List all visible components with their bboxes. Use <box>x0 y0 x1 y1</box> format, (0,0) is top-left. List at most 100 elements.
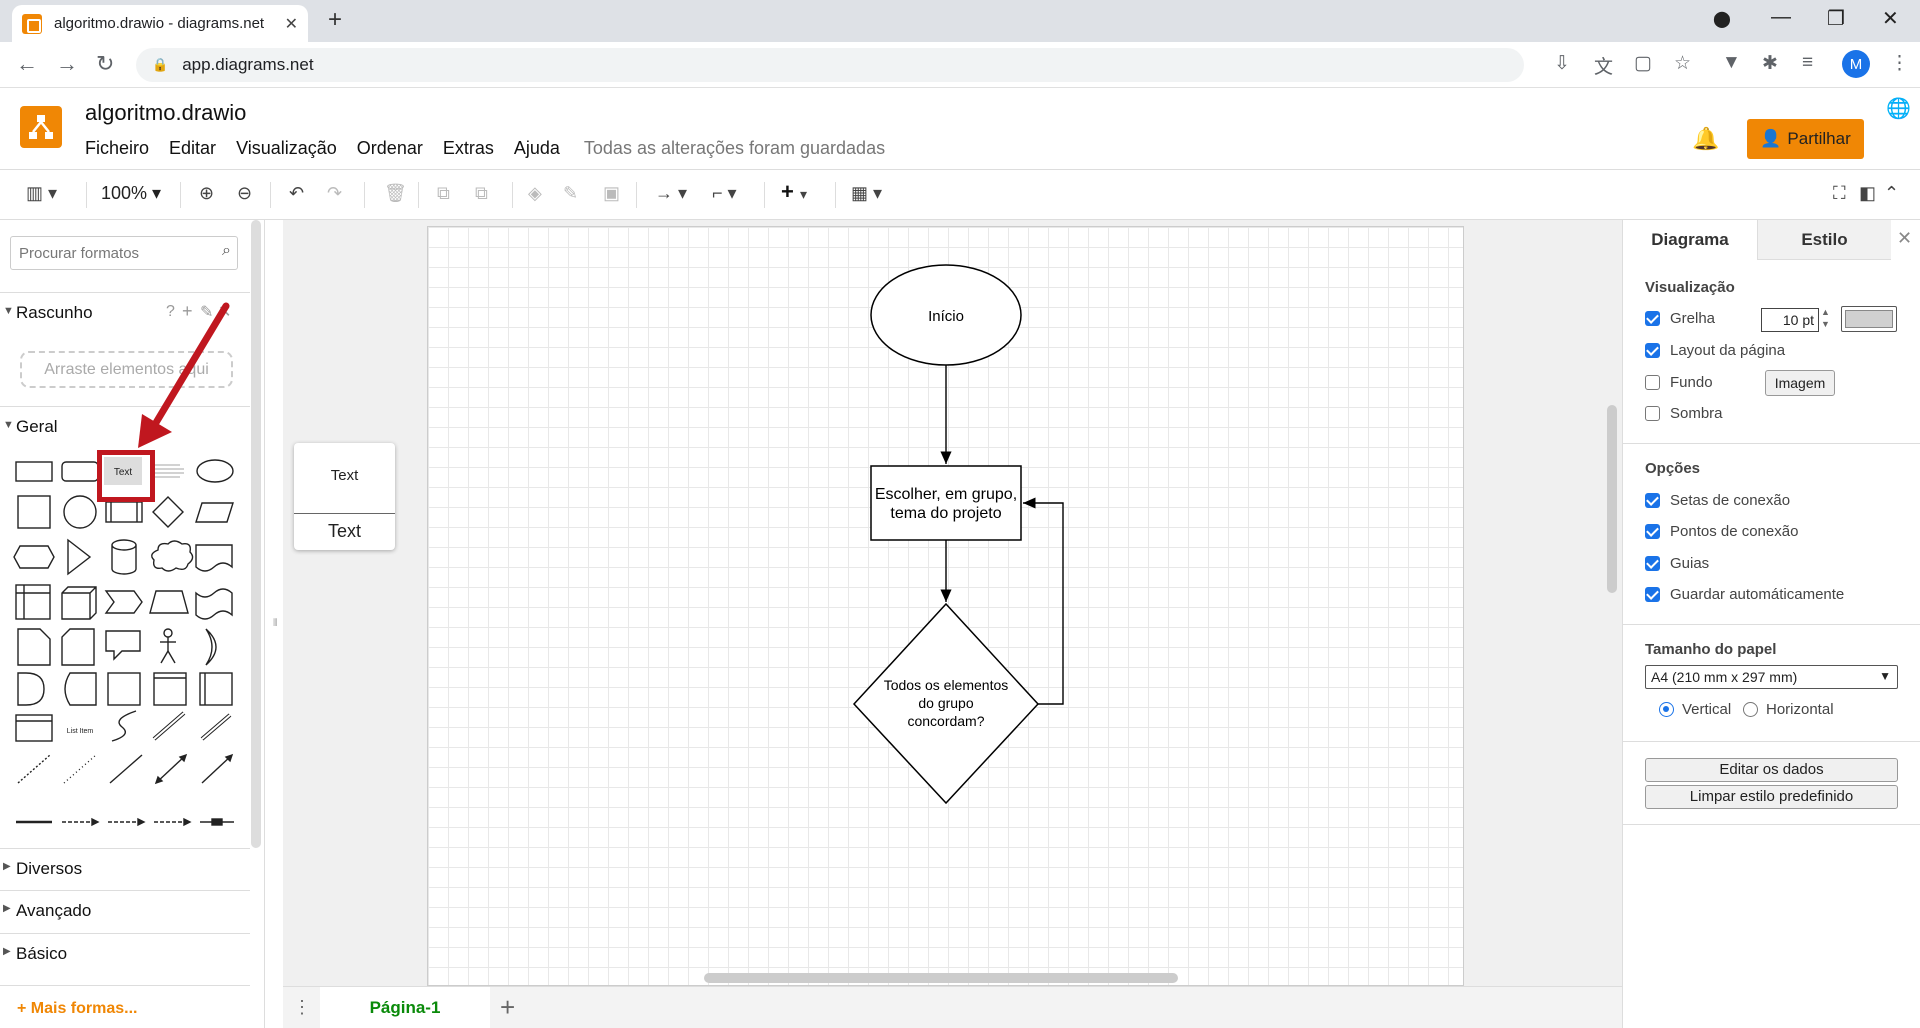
sidebar-resize-handle[interactable]: ⦀ <box>273 618 277 629</box>
section-diversos[interactable]: ▶ Diversos <box>0 848 250 888</box>
grid-size-stepper[interactable]: ▲ ▼ <box>1821 306 1830 330</box>
clear-default-style-button[interactable]: Limpar estilo predefinido <box>1645 785 1898 809</box>
container-shape[interactable] <box>15 584 51 620</box>
list-shape[interactable] <box>15 714 53 742</box>
profile-avatar[interactable]: M <box>1842 50 1870 78</box>
share-button[interactable]: 👤 Partilhar <box>1747 119 1864 159</box>
fullscreen-icon[interactable]: ⛶ <box>1833 183 1846 204</box>
autosave-checkbox[interactable] <box>1645 587 1660 602</box>
grid-color-button[interactable] <box>1841 306 1897 332</box>
edit-data-button[interactable]: Editar os dados <box>1645 758 1898 782</box>
connection-points-checkbox[interactable] <box>1645 524 1660 539</box>
step-shape[interactable] <box>104 590 143 614</box>
paper-size-select[interactable]: A4 (210 mm x 297 mm) ▼ <box>1645 665 1898 689</box>
extension-shield-icon[interactable]: ▼ <box>1722 52 1741 74</box>
pages-menu-icon[interactable]: ⋮ <box>293 997 311 1018</box>
landscape-option[interactable]: Horizontal <box>1743 701 1834 718</box>
connection-points-option[interactable]: Pontos de conexão <box>1645 523 1798 540</box>
bidirectional-arrow-shape[interactable] <box>152 711 186 741</box>
close-tab-icon[interactable]: ✕ <box>285 14 298 34</box>
labeled-arrow-shape[interactable] <box>154 817 192 827</box>
fill-color-icon[interactable]: ◈ <box>528 183 542 204</box>
grid-option[interactable]: Grelha <box>1645 310 1715 327</box>
window-close-icon[interactable]: ✕ <box>1882 6 1899 31</box>
background-checkbox[interactable] <box>1645 375 1660 390</box>
language-globe-icon[interactable]: 🌐 <box>1886 96 1911 121</box>
insert-plus-icon[interactable]: + ▾ <box>781 179 807 205</box>
bookmark-star-icon[interactable]: ☆ <box>1674 52 1691 75</box>
cloud-shape[interactable] <box>151 540 194 572</box>
ellipse-shape[interactable] <box>196 459 234 483</box>
tab-diagram[interactable]: Diagrama <box>1623 220 1757 260</box>
guides-checkbox[interactable] <box>1645 556 1660 571</box>
grid-size-input[interactable]: 10 pt <box>1761 308 1819 332</box>
triangle-shape[interactable] <box>67 538 92 576</box>
curve-shape[interactable] <box>111 710 137 742</box>
landscape-radio[interactable] <box>1743 702 1758 717</box>
back-icon[interactable]: ← <box>16 51 38 77</box>
tab-search-icon[interactable]: ⬤ <box>1713 9 1731 29</box>
waypoints-icon[interactable]: ⌐ ▾ <box>712 183 737 204</box>
page-tab[interactable]: Página-1 <box>320 987 490 1028</box>
document-title[interactable]: algoritmo.drawio <box>85 100 246 126</box>
shape-search-input[interactable]: Procurar formatos ⌕ <box>10 236 238 270</box>
notifications-bell-icon[interactable]: 🔔 <box>1692 126 1719 152</box>
to-front-icon[interactable]: ⧉ <box>437 183 450 204</box>
connection-style-icon[interactable]: → ▾ <box>655 183 687 204</box>
bidirectional-connector-shape[interactable] <box>154 753 188 785</box>
to-back-icon[interactable]: ⧉ <box>475 183 488 204</box>
browser-menu-icon[interactable]: ⋮ <box>1890 52 1909 75</box>
connection-arrows-option[interactable]: Setas de conexão <box>1645 492 1790 509</box>
collapse-icon[interactable]: ⌃ <box>1884 183 1899 204</box>
background-option[interactable]: Fundo <box>1645 374 1713 391</box>
autosave-option[interactable]: Guardar automáticamente <box>1645 586 1844 603</box>
document-shape[interactable] <box>195 544 233 572</box>
line-color-icon[interactable]: ✎ <box>563 183 578 204</box>
menu-edit[interactable]: Editar <box>169 138 216 159</box>
browser-tab[interactable]: algoritmo.drawio - diagrams.net ✕ <box>12 5 308 42</box>
save-status[interactable]: Todas as alterações foram guardadas <box>584 138 885 159</box>
portrait-option[interactable]: Vertical <box>1659 701 1731 718</box>
page-layout-option[interactable]: Layout da página <box>1645 342 1785 359</box>
grid-checkbox[interactable] <box>1645 311 1660 326</box>
add-page-icon[interactable]: + <box>500 992 515 1023</box>
sidebar-scrollbar[interactable] <box>251 220 261 848</box>
redo-icon[interactable]: ↷ <box>327 183 342 204</box>
arrow-shape[interactable] <box>200 713 232 741</box>
install-app-icon[interactable]: ⇩ <box>1554 52 1570 75</box>
data-storage-shape[interactable] <box>64 672 97 706</box>
background-image-button[interactable]: Imagem <box>1765 370 1835 396</box>
menu-view[interactable]: Visualização <box>236 138 337 159</box>
cube-shape[interactable] <box>61 586 97 620</box>
search-icon[interactable]: ⌕ <box>222 242 231 260</box>
portrait-radio[interactable] <box>1659 702 1674 717</box>
table-icon[interactable]: ▦ ▾ <box>851 183 882 204</box>
format-panel-icon[interactable]: ◧ <box>1859 183 1876 204</box>
canvas-vertical-scrollbar[interactable] <box>1607 405 1617 593</box>
new-tab-icon[interactable]: + <box>328 6 342 34</box>
delay-shape[interactable] <box>17 672 45 706</box>
diamond-shape[interactable] <box>152 496 184 528</box>
parallelogram-shape[interactable] <box>195 502 234 523</box>
hexagon-shape[interactable] <box>13 545 55 569</box>
textbox-shape[interactable] <box>153 464 184 478</box>
guides-option[interactable]: Guias <box>1645 555 1709 572</box>
rounded-rectangle-shape[interactable] <box>61 461 99 482</box>
page-layout-checkbox[interactable] <box>1645 343 1660 358</box>
more-shapes-button[interactable]: + Mais formas... <box>17 1000 138 1018</box>
connector-block-shape[interactable] <box>200 818 234 826</box>
menu-arrange[interactable]: Ordenar <box>357 138 423 159</box>
extensions-puzzle-icon[interactable]: ✱ <box>1762 52 1778 75</box>
zoom-out-icon[interactable]: ⊖ <box>237 183 252 204</box>
forward-icon[interactable]: → <box>56 51 78 77</box>
dotted-line-shape[interactable] <box>63 754 97 784</box>
rectangle-shape[interactable] <box>15 461 53 482</box>
shadow-option[interactable]: Sombra <box>1645 405 1723 422</box>
address-bar[interactable]: 🔒 app.diagrams.net <box>136 48 1524 82</box>
maximize-icon[interactable]: ❐ <box>1827 6 1845 31</box>
lock-icon[interactable]: 🔒 <box>152 57 168 73</box>
close-panel-icon[interactable]: ✕ <box>1897 228 1912 249</box>
section-basico[interactable]: ▶ Básico <box>0 933 250 973</box>
edge-decision-loop-back[interactable] <box>1022 497 1064 705</box>
media-queue-icon[interactable]: ≡ <box>1802 52 1813 74</box>
